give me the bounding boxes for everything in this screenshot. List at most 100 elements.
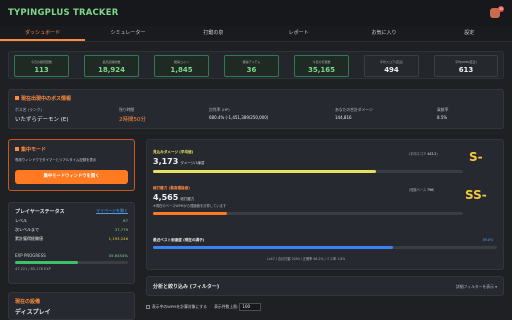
metric1-side: (平均スコア 443.2) bbox=[409, 152, 438, 156]
side-label: (理論ベース bbox=[409, 188, 427, 192]
metric3-bar-fill bbox=[153, 246, 394, 249]
metrics-panel: 見込みダメージ (平均値) 3,173 ダメージ/1練習 (平均スコア 443.2… bbox=[146, 139, 504, 270]
user-avatar[interactable]: 30 bbox=[490, 6, 504, 20]
metric-value: 3,173 bbox=[153, 157, 179, 166]
wpm-calc-label: 表示中のWPMを計算対象にする bbox=[152, 304, 207, 309]
equipment-sub: ディスプレイ bbox=[15, 309, 51, 316]
boss-name: ボス名 (ランク) いたずらデーモン (E) bbox=[15, 107, 69, 123]
boss-damage-value: 144,816 bbox=[335, 115, 352, 120]
metric2-bar-fill bbox=[153, 212, 228, 215]
stat-value: 1,845 bbox=[170, 66, 193, 74]
metric1-bar-fill bbox=[153, 170, 377, 173]
focus-mode-panel: 集中モード 専用ウィンドウでタイマーとリアルタイム記録を表示 集中モードウィンド… bbox=[8, 139, 135, 191]
boss-damage-label: あなたの合計ダメージ bbox=[335, 107, 373, 112]
focus-title: 集中モード bbox=[15, 146, 46, 153]
stat-label: 獲得アイテム bbox=[242, 60, 261, 64]
stat-value: 113 bbox=[34, 66, 49, 74]
current-equipment-panel: 現在の設備 ディスプレイ bbox=[8, 292, 135, 320]
tab-report[interactable]: レポート bbox=[256, 26, 341, 41]
stat-card-practice-count: 今日の練習回数 113 bbox=[14, 55, 69, 77]
boss-panel: 現在出現中のボス情報 ボス名 (ランク) いたずらデーモン (E) 残り時間 2… bbox=[8, 89, 504, 129]
player-row-next-level: 次レベルまで 37,779 bbox=[15, 227, 128, 234]
side-value: 796 bbox=[427, 188, 434, 192]
stat-label: 平均スコア(直近) bbox=[379, 60, 404, 64]
row-label: レベル bbox=[15, 218, 27, 223]
boss-title-text: 現在出現中のボス情報 bbox=[21, 96, 72, 102]
metric3-footer: Lv47 / 合計打鍵 2050 / 正確率 98.2% / ミス率 1.8% bbox=[267, 257, 346, 261]
stat-card-records: 最高記録総数 18,924 bbox=[84, 55, 139, 77]
filter-panel[interactable]: 分析と絞り込み (フィルター) 詳細フィルターを表示 ▾ bbox=[146, 276, 504, 296]
chevron-down-icon: ▾ bbox=[495, 284, 497, 289]
row-value: 67 bbox=[123, 218, 128, 223]
filter-title: 分析と絞り込み (フィルター) bbox=[153, 284, 220, 290]
detail-filter-label: 詳細フィルターを表示 bbox=[455, 284, 494, 289]
stat-label: 平均WPM(直近) bbox=[455, 60, 477, 64]
stat-value: 36 bbox=[246, 66, 257, 74]
metric2-rank: SS- bbox=[465, 188, 487, 202]
metric-value: 4,565 bbox=[153, 193, 179, 202]
player-status-panel: プレイヤーステータス マイページを開く レベル 67 次レベルまで 37,779… bbox=[8, 202, 135, 284]
metric-recent-best: 最近ベスト到達度 (現在の調子) bbox=[153, 238, 463, 243]
stat-label: 今日の練習回数 bbox=[30, 60, 52, 64]
tab-dashboard[interactable]: ダッシュボード bbox=[0, 26, 86, 41]
stat-label: 最高記録総数 bbox=[102, 60, 121, 64]
stat-value: 613 bbox=[458, 66, 474, 74]
tab-settings[interactable]: 設定 bbox=[427, 26, 512, 41]
metric-unit: ダメージ/1練習 bbox=[180, 161, 205, 165]
stat-value: 18,924 bbox=[97, 66, 125, 74]
bottom-options: 表示中のWPMを計算対象にする 表示件数上限: 100 bbox=[146, 303, 504, 317]
stat-value: 35,165 bbox=[307, 66, 335, 74]
row-value: 1,193,246 bbox=[108, 236, 128, 241]
stat-card-keystrokes: 今日の打鍵数 35,165 bbox=[294, 55, 349, 77]
focus-title-text: 集中モード bbox=[21, 147, 47, 153]
boss-contribution-label: 貢献率 bbox=[437, 107, 449, 112]
player-row-level: レベル 67 bbox=[15, 218, 128, 225]
tab-simulator[interactable]: シミュレーター bbox=[85, 26, 170, 41]
stat-value: 494 bbox=[384, 66, 399, 74]
stat-card-items: 獲得アイテム 36 bbox=[224, 55, 279, 77]
row-value: 37,779 bbox=[114, 227, 128, 232]
limit-label: 表示件数上限: bbox=[214, 304, 239, 309]
main-tabs: ダッシュボード シミュレーター 打鍵の泉 レポート お気に入り 設定 bbox=[0, 26, 512, 42]
row-label: 累計獲得経験値 bbox=[15, 236, 43, 241]
exp-progress-bar bbox=[15, 261, 128, 264]
boss-damage: あなたの合計ダメージ 144,816 bbox=[335, 107, 373, 120]
side-label: (平均スコア bbox=[409, 152, 427, 156]
boss-time-value: 2時間50分 bbox=[119, 117, 146, 123]
exp-label: EXP PROGRESS bbox=[15, 253, 46, 258]
wpm-calc-checkbox[interactable] bbox=[146, 305, 150, 309]
metric1-bar bbox=[153, 170, 463, 173]
boss-hp-label: 討伐率 (HP) bbox=[209, 107, 230, 112]
stat-label: 今日の打鍵数 bbox=[312, 60, 331, 64]
tab-fountain[interactable]: 打鍵の泉 bbox=[171, 26, 256, 41]
boss-name-value: いたずらデーモン (E) bbox=[15, 117, 69, 123]
app-title: TYPINGPLUS TRACKER bbox=[8, 8, 119, 18]
equipment-title: 現在の設備 bbox=[15, 299, 41, 305]
boss-name-label: ボス名 (ランク) bbox=[15, 107, 42, 112]
my-page-link[interactable]: マイページを開く bbox=[96, 208, 128, 214]
metric3-bar bbox=[153, 246, 497, 249]
stat-card-coins: 獲得コイン 1,845 bbox=[154, 55, 209, 77]
exp-text: 47,221 / 85,178 EXP bbox=[15, 267, 51, 271]
focus-description: 専用ウィンドウでタイマーとリアルタイム記録を表示 bbox=[15, 158, 97, 162]
metric2-side: (理論ベース 796) bbox=[409, 188, 435, 192]
exp-percent: 55.6454% bbox=[108, 253, 128, 258]
boss-time-label: 残り時間 bbox=[119, 107, 135, 112]
limit-input[interactable]: 100 bbox=[239, 303, 262, 311]
metric2-bar bbox=[153, 212, 463, 215]
show-detail-filter-toggle[interactable]: 詳細フィルターを表示 ▾ bbox=[456, 284, 497, 290]
metric1-rank: S- bbox=[469, 150, 483, 164]
boss-time: 残り時間 2時間50分 bbox=[119, 107, 146, 123]
top-bar: TYPINGPLUS TRACKER 30 bbox=[0, 0, 512, 26]
exp-progress-row: EXP PROGRESS 55.6454% bbox=[15, 253, 128, 260]
boss-hp: 討伐率 (HP) 680.4% (-1,451,389/250,000) bbox=[209, 107, 268, 120]
stats-panel: 今日の練習回数 113 最高記録総数 18,924 獲得コイン 1,845 獲得… bbox=[8, 51, 504, 79]
stat-card-avg-score: 平均スコア(直近) 494 bbox=[364, 55, 419, 77]
metric-note: ※現在のベースWPMから理論値を計算しています bbox=[153, 204, 227, 208]
open-focus-window-button[interactable]: 集中モードウィンドウを開く bbox=[15, 170, 128, 184]
exp-progress-fill bbox=[15, 261, 78, 264]
stat-label: 獲得コイン bbox=[173, 60, 189, 64]
tab-favorites[interactable]: お気に入り bbox=[341, 26, 426, 41]
boss-hp-value: 680.4% (-1,451,389/250,000) bbox=[209, 115, 269, 120]
metric-name: 最近ベスト到達度 (現在の調子) bbox=[153, 238, 205, 242]
